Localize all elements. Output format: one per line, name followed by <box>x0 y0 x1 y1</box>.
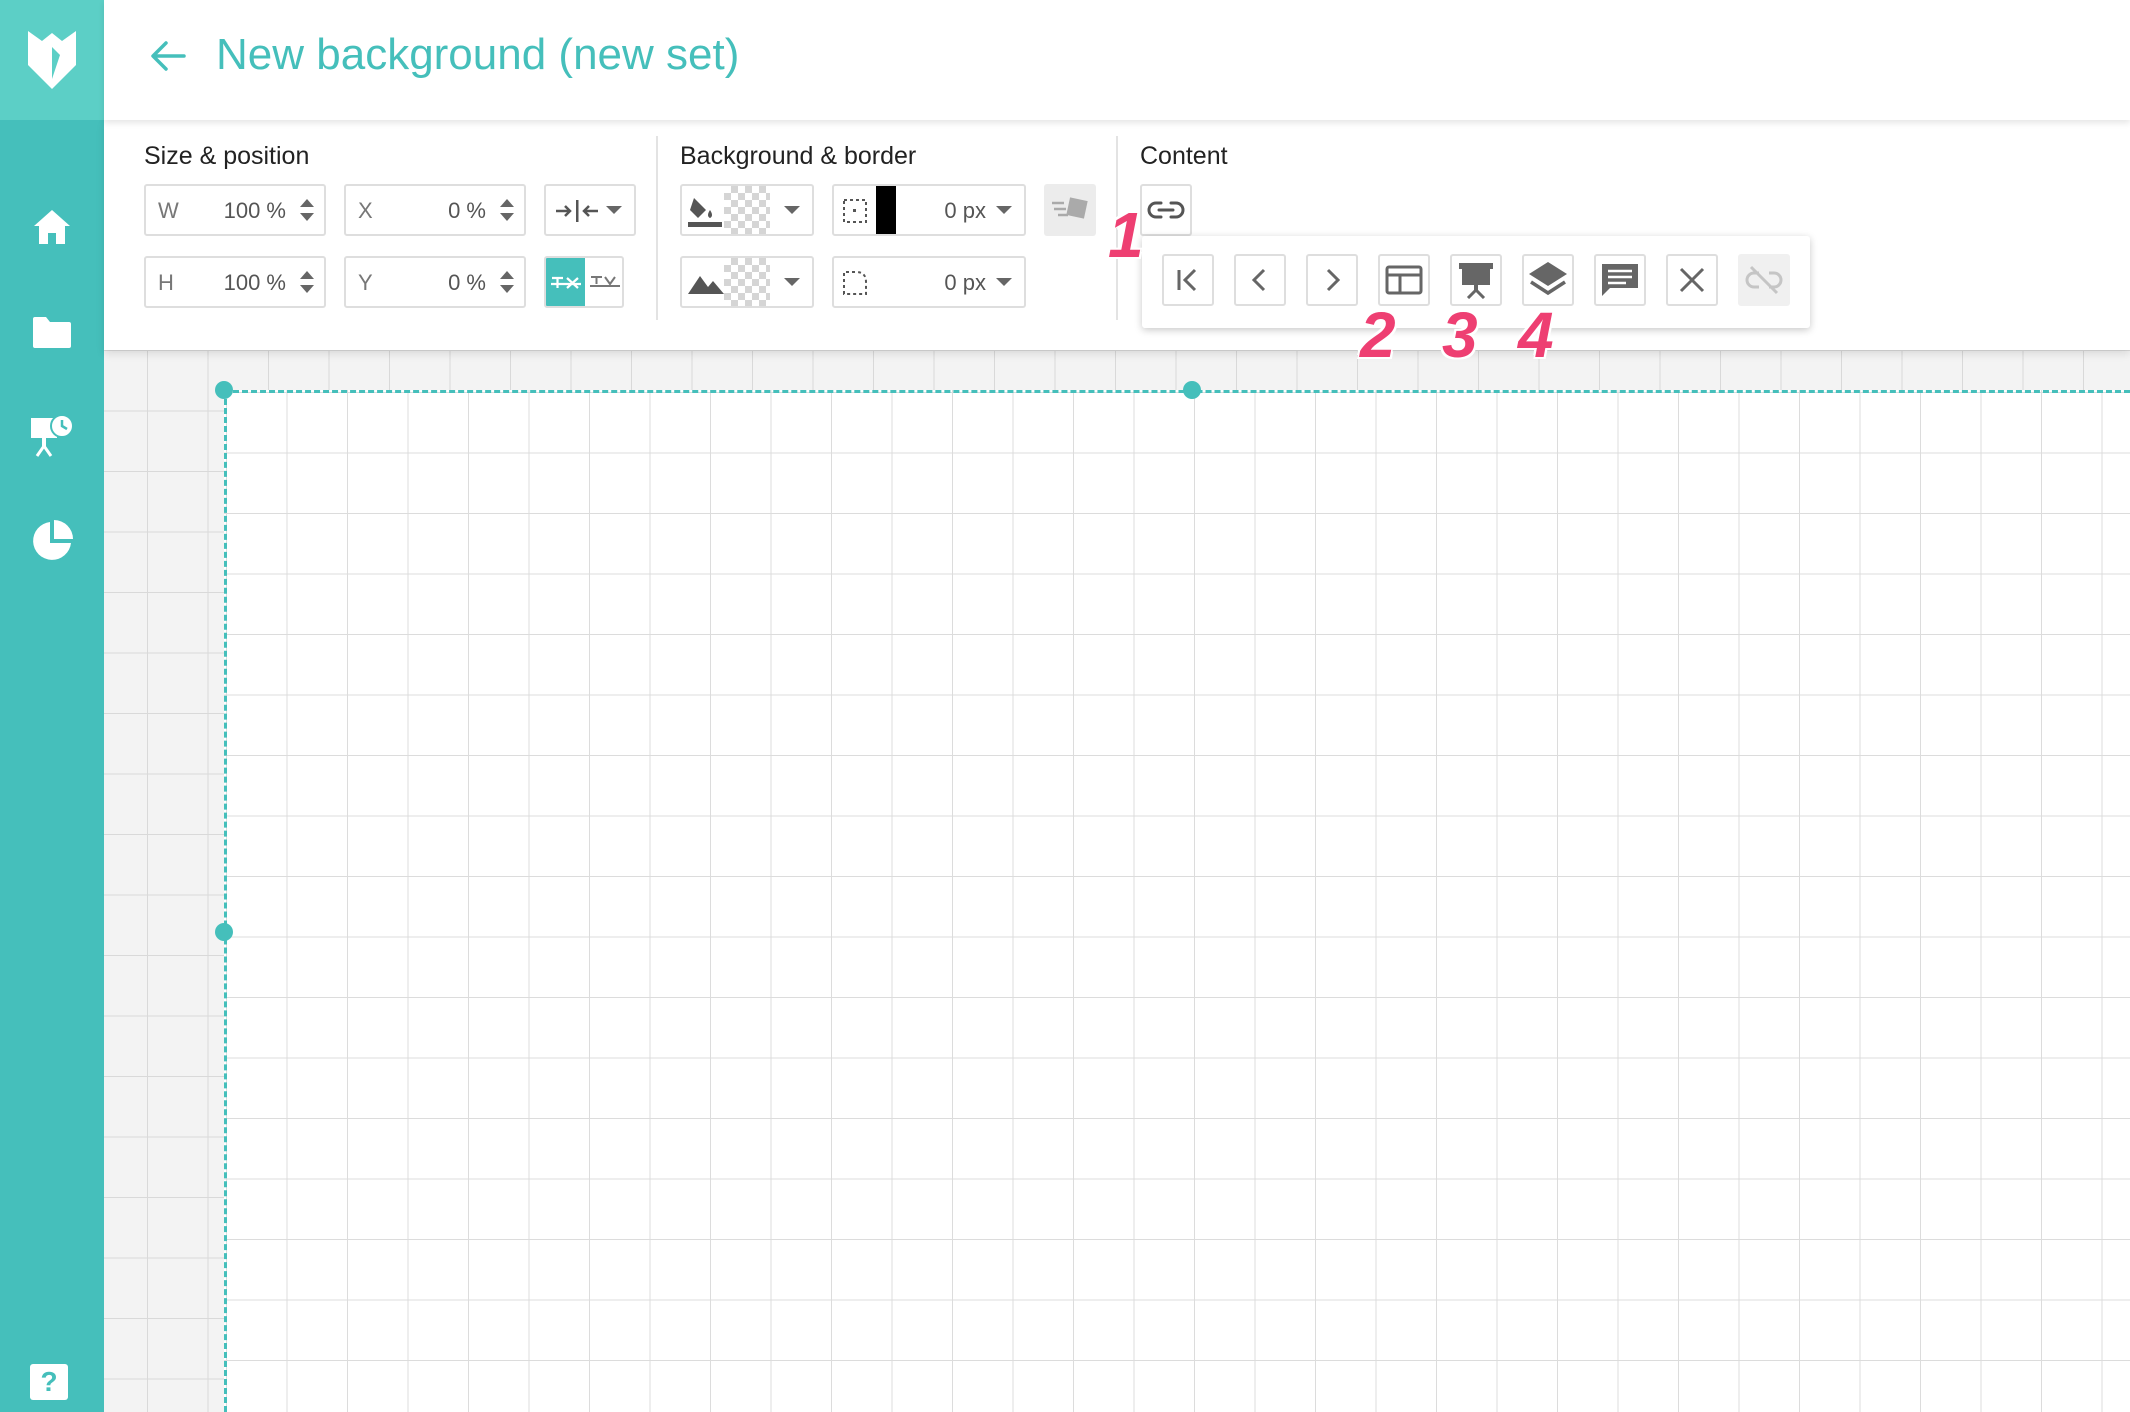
width-spinner-icon[interactable] <box>298 194 316 226</box>
sidebar-item-home[interactable] <box>0 192 104 262</box>
height-value: 100 % <box>223 270 286 295</box>
motion-effect-icon <box>1052 197 1088 219</box>
presentation-icon <box>1459 263 1493 299</box>
next-button[interactable] <box>1306 254 1358 306</box>
align-dropdown[interactable] <box>544 184 636 236</box>
image-swatch <box>724 258 770 306</box>
background-border-title: Background & border <box>680 142 917 170</box>
first-page-button[interactable] <box>1162 254 1214 306</box>
close-link-button[interactable] <box>1666 254 1718 306</box>
paint-bucket-icon <box>688 198 722 227</box>
x-label: X <box>358 198 373 223</box>
next-icon <box>1326 268 1341 292</box>
y-spinner-icon[interactable] <box>498 266 516 298</box>
border-style-icon <box>843 199 867 223</box>
annotation-marker-2: 2 <box>1360 299 1396 371</box>
mountain-image-icon <box>688 276 724 294</box>
border-width-value: 0 px <box>944 198 986 223</box>
previous-icon <box>1251 268 1266 292</box>
fill-caret-icon <box>784 206 800 214</box>
text-fit-vertical-option[interactable] <box>585 258 622 306</box>
sidebar: ? <box>0 0 104 1412</box>
page-title: New background (new set) <box>216 30 740 79</box>
text-fit-horizontal-icon <box>550 276 581 289</box>
background-page-area[interactable] <box>224 390 2130 1412</box>
content-title: Content <box>1140 142 1228 170</box>
sidebar-item-analytics[interactable] <box>0 506 104 576</box>
y-value: 0 % <box>448 270 486 295</box>
width-value: 100 % <box>223 198 286 223</box>
fill-color-picker[interactable] <box>680 184 814 236</box>
height-spinner-icon[interactable] <box>298 266 316 298</box>
fill-color-swatch <box>724 186 770 234</box>
home-icon <box>34 210 70 244</box>
corner-radius-icon <box>843 271 867 295</box>
y-label: Y <box>358 270 373 295</box>
help-button[interactable]: ? <box>30 1364 68 1400</box>
size-position-title: Size & position <box>144 142 310 170</box>
pie-chart-icon <box>33 520 73 560</box>
x-value: 0 % <box>448 198 486 223</box>
background-image-picker[interactable] <box>680 256 814 308</box>
unlink-button[interactable] <box>1738 254 1790 306</box>
y-field[interactable]: Y 0 % <box>344 256 526 308</box>
first-page-icon <box>1177 268 1197 292</box>
border-radius-value: 0 px <box>944 270 986 295</box>
link-icon <box>1147 201 1185 219</box>
border-width-field[interactable]: 0 px <box>832 184 1026 236</box>
resize-handle-top-center[interactable] <box>1183 381 1201 399</box>
header: New background (new set) <box>104 0 2130 120</box>
back-arrow-icon[interactable] <box>148 36 188 76</box>
text-fit-toggle[interactable] <box>544 256 624 308</box>
annotation-marker-4: 4 <box>1518 299 1554 371</box>
effects-button[interactable] <box>1044 184 1096 236</box>
comment-link-button[interactable] <box>1594 254 1646 306</box>
height-field[interactable]: H 100 % <box>144 256 326 308</box>
link-button[interactable] <box>1140 184 1192 236</box>
align-dropdown-caret-icon <box>606 206 622 214</box>
x-field[interactable]: X 0 % <box>344 184 526 236</box>
comment-icon <box>1602 264 1638 296</box>
x-spinner-icon[interactable] <box>498 194 516 226</box>
presentation-clock-icon <box>31 414 74 457</box>
border-color-swatch[interactable] <box>876 186 896 234</box>
annotation-marker-1: 1 <box>1108 199 1144 271</box>
border-radius-field[interactable]: 0 px <box>832 256 1026 308</box>
unlink-icon <box>1745 265 1783 295</box>
app-logo[interactable] <box>0 0 104 120</box>
close-icon <box>1679 267 1705 293</box>
image-caret-icon <box>784 278 800 286</box>
sidebar-item-files[interactable] <box>0 297 104 367</box>
width-label: W <box>158 198 179 223</box>
sidebar-item-presentations[interactable] <box>0 400 104 470</box>
resize-handle-top-left[interactable] <box>215 381 233 399</box>
align-center-icon <box>556 200 598 222</box>
toolbar-divider <box>656 136 658 320</box>
width-field[interactable]: W 100 % <box>144 184 326 236</box>
layout-icon <box>1385 265 1423 295</box>
resize-handle-middle-left[interactable] <box>215 923 233 941</box>
border-width-caret-icon <box>996 206 1012 214</box>
text-fit-vertical-icon <box>589 276 620 287</box>
previous-button[interactable] <box>1234 254 1286 306</box>
border-radius-caret-icon <box>996 278 1012 286</box>
text-fit-horizontal-option[interactable] <box>546 258 585 306</box>
folder-icon <box>33 317 71 348</box>
layers-icon <box>1529 262 1567 296</box>
height-label: H <box>158 270 174 295</box>
annotation-marker-3: 3 <box>1442 299 1478 371</box>
fox-logo-icon <box>28 31 76 89</box>
